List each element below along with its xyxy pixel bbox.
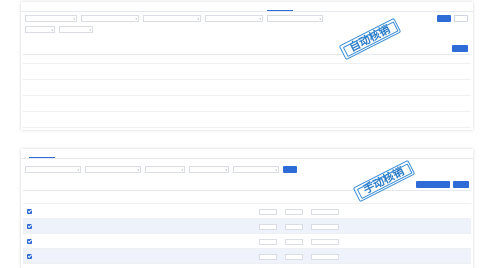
top-filter-6[interactable]: ▾ xyxy=(59,26,93,33)
bottom-tab-1[interactable] xyxy=(63,149,89,158)
bottom-tab-4[interactable] xyxy=(165,149,191,158)
bottom-filter-2[interactable]: ▾ xyxy=(145,166,185,173)
row-checkbox[interactable] xyxy=(27,254,32,259)
chevron-down-icon: ▾ xyxy=(77,168,79,172)
bottom-filter-1[interactable]: ▾ xyxy=(85,166,141,173)
top-table-row[interactable] xyxy=(23,80,471,96)
top-tab-bar xyxy=(21,2,473,12)
top-table-row[interactable] xyxy=(23,64,471,80)
chevron-down-icon: ▾ xyxy=(137,168,139,172)
top-filter-0[interactable]: ▾ xyxy=(25,15,77,22)
bottom-filter-3[interactable]: ▾ xyxy=(189,166,229,173)
top-tab-2[interactable] xyxy=(97,2,123,11)
chevron-down-icon: ▾ xyxy=(73,17,75,21)
bottom-filter-0[interactable]: ▾ xyxy=(25,166,81,173)
top-table-header xyxy=(23,55,471,64)
bottom-results-table xyxy=(23,190,471,264)
bottom-tab-bar xyxy=(21,149,473,159)
top-tab-3[interactable] xyxy=(131,2,157,11)
top-table-row[interactable] xyxy=(23,112,471,128)
bottom-table-row[interactable] xyxy=(23,249,471,264)
amount-input[interactable] xyxy=(311,238,339,245)
top-tab-5[interactable] xyxy=(199,2,225,11)
chevron-down-icon: ▾ xyxy=(51,28,53,32)
amount-input[interactable] xyxy=(285,253,303,260)
bottom-tab-2[interactable] xyxy=(97,149,123,158)
chevron-down-icon: ▾ xyxy=(197,17,199,21)
amount-input[interactable] xyxy=(259,238,277,245)
row-checkbox[interactable] xyxy=(27,224,32,229)
top-search-button[interactable] xyxy=(437,15,451,22)
top-filter-3[interactable]: ▾ xyxy=(205,15,263,22)
amount-input[interactable] xyxy=(311,223,339,230)
top-filter-2[interactable]: ▾ xyxy=(143,15,201,22)
chevron-down-icon: ▾ xyxy=(259,17,261,21)
top-tab-4[interactable] xyxy=(165,2,191,11)
bottom-filter-4[interactable]: ▾ xyxy=(233,166,279,173)
bottom-import-button[interactable] xyxy=(453,181,469,188)
top-tab-6[interactable] xyxy=(233,2,259,11)
bottom-tab-7[interactable] xyxy=(267,149,293,158)
chevron-down-icon: ▾ xyxy=(135,17,137,21)
amount-input[interactable] xyxy=(285,208,303,215)
bottom-table-row[interactable] xyxy=(23,234,471,249)
bottom-action-button[interactable] xyxy=(416,181,450,188)
bottom-tab-5[interactable] xyxy=(199,149,225,158)
top-filter-1[interactable]: ▾ xyxy=(81,15,139,22)
amount-input[interactable] xyxy=(259,223,277,230)
top-tab-0[interactable] xyxy=(29,2,55,11)
top-table-row[interactable] xyxy=(23,96,471,112)
bottom-tab-8[interactable] xyxy=(301,149,327,158)
amount-input[interactable] xyxy=(259,253,277,260)
row-checkbox[interactable] xyxy=(27,239,32,244)
chevron-down-icon: ▾ xyxy=(275,168,277,172)
top-tab-1[interactable] xyxy=(63,2,89,11)
row-checkbox[interactable] xyxy=(27,209,32,214)
amount-input[interactable] xyxy=(311,208,339,215)
top-results-table xyxy=(23,54,471,128)
chevron-down-icon: ▾ xyxy=(89,28,91,32)
bottom-tab-3[interactable] xyxy=(131,149,157,158)
bottom-search-button[interactable] xyxy=(283,166,297,173)
bottom-tab-6[interactable] xyxy=(233,149,259,158)
auto-writeoff-panel: ▾ ▾ ▾ ▾ ▾ ▾ ▾ xyxy=(21,2,473,130)
chevron-down-icon: ▾ xyxy=(225,168,227,172)
top-tab-7[interactable] xyxy=(267,2,293,11)
top-filter-5[interactable]: ▾ xyxy=(25,26,55,33)
bottom-table-row[interactable] xyxy=(23,219,471,234)
bottom-tab-0[interactable] xyxy=(29,149,55,158)
chevron-down-icon: ▾ xyxy=(319,17,321,21)
bottom-table-row[interactable] xyxy=(23,204,471,219)
top-filter-4[interactable]: ▾ xyxy=(267,15,323,22)
top-export-button[interactable] xyxy=(452,45,468,52)
top-reset-button[interactable] xyxy=(454,15,468,22)
amount-input[interactable] xyxy=(285,223,303,230)
amount-input[interactable] xyxy=(311,253,339,260)
amount-input[interactable] xyxy=(259,208,277,215)
chevron-down-icon: ▾ xyxy=(181,168,183,172)
bottom-table-header xyxy=(23,191,471,204)
amount-input[interactable] xyxy=(285,238,303,245)
